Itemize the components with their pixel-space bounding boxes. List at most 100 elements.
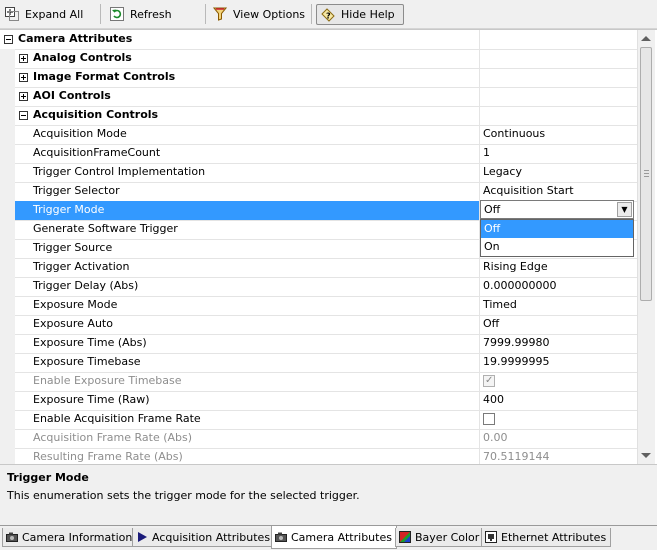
expand-icon[interactable]	[19, 54, 28, 63]
view-options-button[interactable]: View Options	[212, 5, 306, 23]
property-value[interactable]: 400	[483, 393, 504, 406]
column-separator	[479, 277, 480, 296]
column-separator	[479, 87, 480, 106]
property-name: Acquisition Frame Rate (Abs)	[33, 431, 193, 444]
property-row-trigger-activation[interactable]: Trigger Activation Rising Edge	[0, 258, 637, 278]
property-row-resulting-frame-rate-abs: Resulting Frame Rate (Abs) 70.5119144	[0, 448, 637, 464]
tab-label: Camera Attributes	[291, 530, 392, 544]
help-description: This enumeration sets the trigger mode f…	[7, 489, 360, 502]
tab-acquisition-attributes[interactable]: Acquisition Attributes	[132, 528, 276, 547]
expand-all-button[interactable]: Expand All	[5, 5, 83, 23]
property-row-acquisition-frame-count[interactable]: AcquisitionFrameCount 1	[0, 144, 637, 164]
view-options-label: View Options	[233, 7, 306, 21]
category-row-acquisition[interactable]: Acquisition Controls	[0, 106, 637, 126]
property-value[interactable]: Legacy	[483, 165, 522, 178]
column-separator	[479, 315, 480, 334]
property-value[interactable]: Continuous	[483, 127, 545, 140]
scroll-down-arrow-icon[interactable]	[641, 453, 651, 458]
property-row-trigger-control-implementation[interactable]: Trigger Control Implementation Legacy	[0, 163, 637, 183]
property-row-exposure-time-raw[interactable]: Exposure Time (Raw) 400	[0, 391, 637, 411]
property-name: Trigger Mode	[33, 203, 105, 216]
indent-gutter	[0, 106, 15, 125]
indent-gutter	[0, 315, 15, 334]
tab-bayer-color[interactable]: Bayer Color	[395, 528, 485, 547]
property-value[interactable]: Timed	[483, 298, 517, 311]
hide-help-button[interactable]: ? Hide Help	[316, 4, 404, 25]
combobox-value: Off	[484, 203, 501, 216]
hide-help-label: Hide Help	[341, 8, 395, 21]
property-grid: Camera Attributes Analog Controls Image …	[0, 29, 657, 465]
indent-gutter	[0, 448, 15, 464]
tree-root-row[interactable]: Camera Attributes	[0, 30, 637, 50]
indent-gutter	[0, 353, 15, 372]
category-row-image-format[interactable]: Image Format Controls	[0, 68, 637, 88]
dropdown-option-on[interactable]: On	[481, 238, 633, 256]
tab-ethernet-attributes[interactable]: Ethernet Attributes	[481, 528, 612, 547]
column-separator	[479, 448, 480, 464]
property-name: Trigger Control Implementation	[33, 165, 206, 178]
property-value[interactable]: 0.000000000	[483, 279, 556, 292]
tab-label: Ethernet Attributes	[501, 530, 607, 544]
property-row-exposure-auto[interactable]: Exposure Auto Off	[0, 315, 637, 335]
checkmark-icon: ✓	[485, 375, 494, 386]
tab-camera-attributes[interactable]: Camera Attributes	[271, 526, 397, 549]
indent-gutter	[0, 372, 15, 391]
tab-camera-information[interactable]: Camera Information	[2, 528, 138, 547]
expand-icon[interactable]	[19, 73, 28, 82]
thumb-grip	[644, 173, 649, 174]
category-label: Analog Controls	[33, 51, 132, 64]
refresh-label: Refresh	[130, 7, 172, 21]
collapse-icon[interactable]	[19, 111, 28, 120]
refresh-icon	[110, 7, 124, 21]
property-row-trigger-selector[interactable]: Trigger Selector Acquisition Start	[0, 182, 637, 202]
enable-acquisition-frame-rate-checkbox[interactable]	[483, 413, 495, 425]
property-value[interactable]: 19.9999995	[483, 355, 549, 368]
column-separator	[479, 429, 480, 448]
scrollbar-thumb[interactable]	[640, 47, 652, 301]
column-separator	[479, 391, 480, 410]
property-row-trigger-delay[interactable]: Trigger Delay (Abs) 0.000000000	[0, 277, 637, 297]
column-separator	[479, 144, 480, 163]
property-name: Acquisition Mode	[33, 127, 127, 140]
tab-label: Bayer Color	[415, 530, 480, 544]
expand-all-icon	[5, 7, 19, 21]
vertical-scrollbar[interactable]	[637, 30, 655, 464]
tree-root-label: Camera Attributes	[18, 32, 133, 45]
indent-gutter	[0, 163, 15, 182]
help-panel: Trigger Mode This enumeration sets the t…	[0, 464, 657, 521]
chevron-down-icon[interactable]: ▼	[617, 202, 632, 217]
expand-icon[interactable]	[19, 92, 28, 101]
category-row-analog[interactable]: Analog Controls	[0, 49, 637, 69]
tab-strip: Camera Information Acquisition Attribute…	[0, 525, 657, 550]
property-row-exposure-timebase[interactable]: Exposure Timebase 19.9999995	[0, 353, 637, 373]
play-icon	[136, 531, 148, 543]
property-value[interactable]: Acquisition Start	[483, 184, 574, 197]
property-value: 70.5119144	[483, 450, 550, 463]
property-value[interactable]: Off	[483, 317, 499, 330]
tab-label: Camera Information	[22, 530, 133, 544]
indent-gutter	[0, 239, 15, 258]
category-label: Acquisition Controls	[33, 108, 159, 121]
indent-gutter	[0, 201, 15, 220]
dropdown-option-off[interactable]: Off	[481, 220, 633, 238]
column-separator	[479, 334, 480, 353]
property-row-enable-acquisition-frame-rate[interactable]: Enable Acquisition Frame Rate	[0, 410, 637, 430]
toolbar-separator	[205, 4, 206, 24]
collapse-icon[interactable]	[4, 35, 13, 44]
property-row-enable-exposure-timebase: Enable Exposure Timebase ✓	[0, 372, 637, 392]
property-row-acquisition-mode[interactable]: Acquisition Mode Continuous	[0, 125, 637, 145]
indent-gutter	[0, 182, 15, 201]
trigger-mode-combobox[interactable]: Off ▼	[480, 200, 634, 219]
property-row-exposure-time-abs[interactable]: Exposure Time (Abs) 7999.99980	[0, 334, 637, 354]
refresh-button[interactable]: Refresh	[110, 5, 172, 23]
column-separator	[479, 163, 480, 182]
category-row-aoi[interactable]: AOI Controls	[0, 87, 637, 107]
toolbar: Expand All Refresh View Options ? Hide H…	[0, 0, 657, 29]
property-value[interactable]: Rising Edge	[483, 260, 548, 273]
property-row-exposure-mode[interactable]: Exposure Mode Timed	[0, 296, 637, 316]
property-value[interactable]: 1	[483, 146, 490, 159]
indent-gutter	[0, 49, 15, 68]
property-value[interactable]: 7999.99980	[483, 336, 549, 349]
camera-icon	[6, 531, 18, 543]
scroll-up-arrow-icon[interactable]	[641, 36, 651, 41]
